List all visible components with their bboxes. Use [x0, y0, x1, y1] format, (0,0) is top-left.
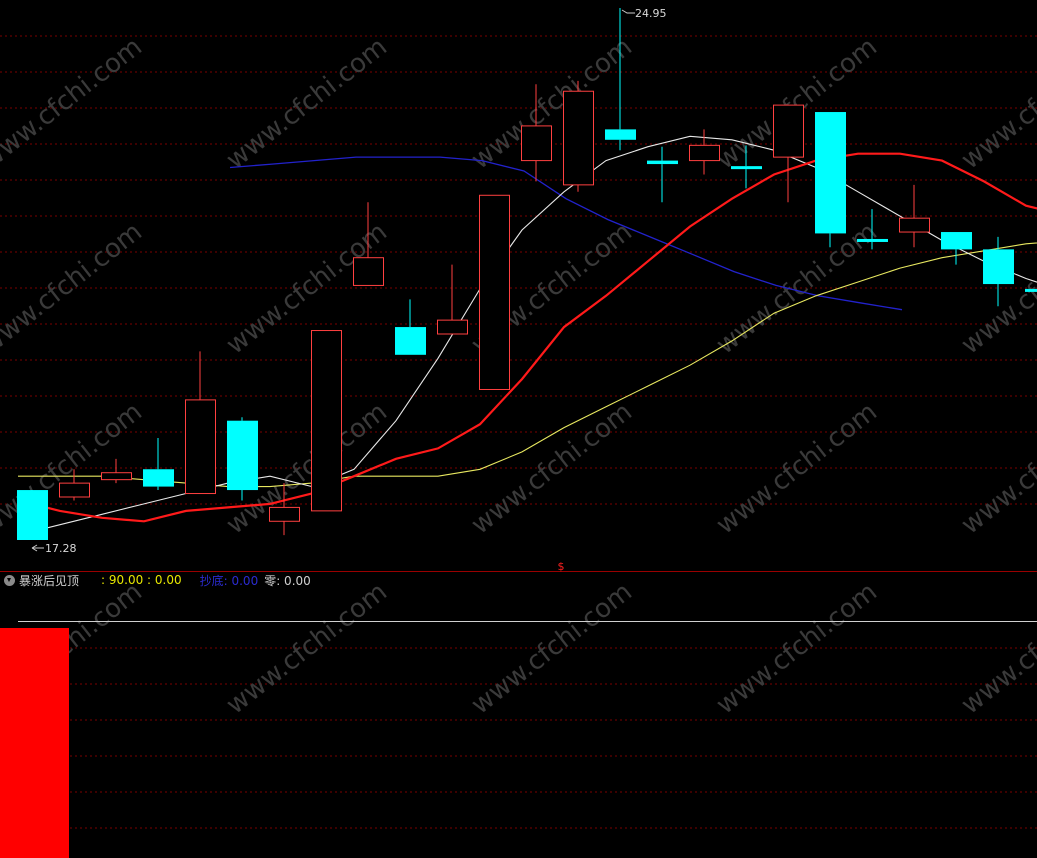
candle-up [311, 330, 342, 512]
candle-up [521, 125, 552, 162]
ma-line-red [17, 152, 1037, 523]
candle-up [899, 217, 930, 233]
watermark-text: www.cfchi.com [956, 397, 1037, 541]
watermark-text: www.cfchi.com [711, 397, 883, 541]
collapse-icon[interactable] [4, 574, 15, 586]
watermark-text: www.cfchi.com [466, 577, 638, 721]
watermark-text: www.cfchi.com [711, 577, 883, 721]
indicator-legend: 暴涨后见顶 : 90.00 : 0.00 抄底: 0.00 零: 0.00 [4, 571, 311, 589]
candle-down [143, 469, 174, 487]
candle-up [563, 90, 594, 186]
separator-mark: $ [558, 560, 565, 573]
candle-up [479, 194, 510, 390]
candle-up [59, 482, 90, 498]
watermarks: www.cfchi.com www.cfchi.com www.cfchi.com w… [0, 32, 1037, 721]
min-arrow [31, 544, 44, 552]
max-price-label: 24.95 [635, 7, 667, 20]
chaodi-label: 抄底: 0.00 [199, 573, 259, 588]
candle-down [731, 166, 762, 170]
watermark-text: www.cfchi.com [466, 397, 638, 541]
candle-down [605, 129, 636, 140]
ma-line-yellow [18, 242, 1037, 488]
watermark-text: www.cfchi.com [221, 577, 393, 721]
candle-down [227, 420, 258, 491]
candle-up [353, 257, 384, 286]
candle-up [269, 506, 300, 522]
candle-up [185, 399, 216, 495]
indicator-name: 暴涨后见顶 [19, 573, 80, 588]
watermark-text: www.cfchi.com [0, 217, 148, 361]
watermark-text: www.cfchi.com [221, 217, 393, 361]
min-price-label: 17.28 [45, 542, 77, 555]
candle-up [437, 319, 468, 335]
watermark-text: www.cfchi.com [956, 577, 1037, 721]
candle-down [857, 238, 888, 242]
watermark-text: www.cfchi.com [711, 217, 883, 361]
candle-down [815, 112, 846, 234]
watermark-text: www.cfchi.com [0, 32, 148, 176]
candle-down [647, 160, 678, 165]
candle-down [941, 232, 972, 250]
candle-up [773, 104, 804, 158]
zero-label: 零: 0.00 [264, 573, 311, 588]
candle-down [983, 249, 1014, 285]
indicator-values: : 90.00 : 0.00 [101, 573, 182, 587]
indicator-bar [0, 628, 69, 858]
stock-chart: www.cfchi.com www.cfchi.com www.cfchi.com w… [0, 7, 1037, 858]
candle-down [17, 490, 48, 540]
candle-down [395, 327, 426, 355]
max-arrow [621, 9, 635, 14]
candle-up [101, 472, 132, 481]
watermark-text: www.cfchi.com [221, 32, 393, 176]
candle-up [689, 144, 720, 162]
candle-down [1025, 288, 1037, 292]
candlesticks [17, 8, 1037, 540]
watermark-text: www.cfchi.com [956, 32, 1037, 176]
